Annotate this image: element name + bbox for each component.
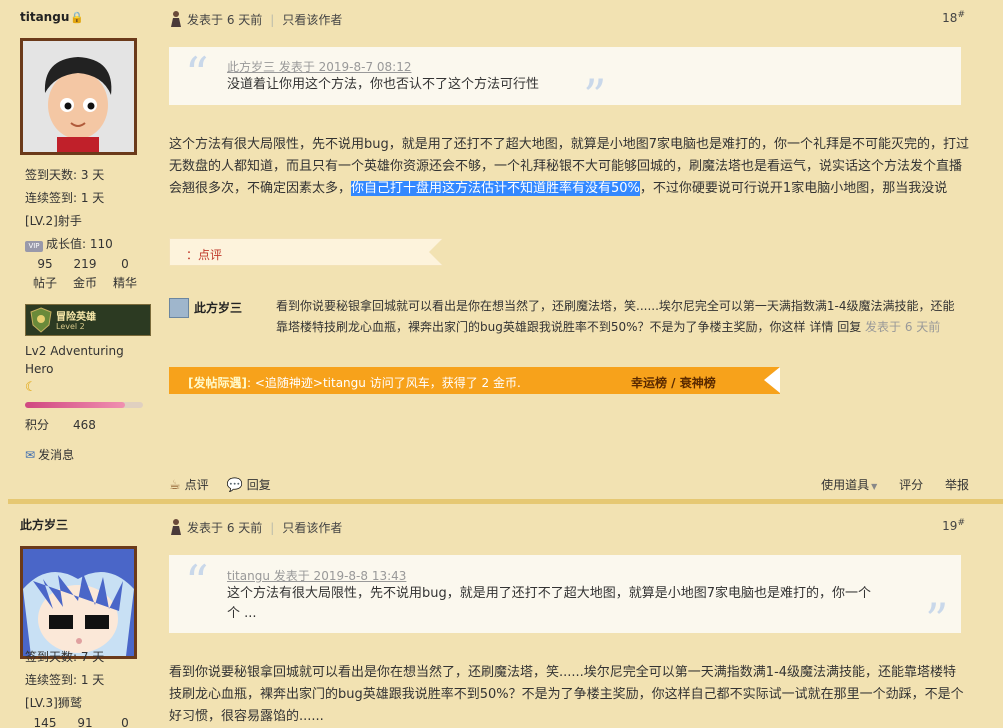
digest-count[interactable]: 0 [105, 716, 145, 728]
use-tool-button[interactable]: 使用道具 ▼ [803, 478, 877, 492]
avatar[interactable] [20, 546, 137, 659]
avatar[interactable] [20, 38, 137, 155]
coins-count[interactable]: 219 [65, 257, 105, 271]
post-19: 此方岁三 签到天数: 7 天 连续签到: 1 天 [LV.3]狮鹫 145 91 0… [8, 506, 1003, 728]
quote-block: “ titangu 发表于 2019-8-8 13:43 这个方法有很大局限性，… [169, 555, 961, 643]
reply-bubble-icon: 💬 [226, 478, 243, 493]
avatar-anime-icon [23, 549, 134, 656]
user-level[interactable]: [LV.3]狮鹫 [25, 694, 82, 711]
post-actions: ☕ 点评 💬 回复 使用道具 ▼ 评分 举报 [169, 476, 969, 493]
avatar-boy-icon [23, 41, 134, 152]
post-content: 发表于 6 天前 | 只看该作者 19# “ titangu 发表于 2019-8-… [169, 506, 1003, 728]
comment-reply-link[interactable]: 回复 [837, 320, 861, 334]
comment-button[interactable]: ☕ 点评 [169, 476, 209, 493]
count-values: 95 219 0 [25, 257, 155, 271]
quote-header-link[interactable]: titangu 发表于 2019-8-8 13:43 [227, 567, 406, 584]
report-button[interactable]: 举报 [945, 478, 969, 492]
sign-streak: 连续签到: 1 天 [25, 673, 105, 687]
medal-badge[interactable]: 冒险英雄 Level 2 [25, 304, 151, 336]
rate-notch [429, 238, 443, 266]
level-progress-bar [25, 402, 143, 408]
rate-label: ：点评 [186, 248, 223, 262]
post-18: titangu🔒 签到天数: 3 天 连续签到: 1 天 [LV.2]射手 VI… [8, 0, 1003, 500]
posts-count[interactable]: 145 [25, 716, 65, 728]
quote-text: 这个方法有很大局限性，先不说用bug，就是用了还打不了超大地图，就算是小地图7家… [227, 586, 872, 621]
post-meta: 发表于 6 天前 | 只看该作者 [169, 518, 969, 536]
comment-author[interactable]: 此方岁三 [194, 299, 242, 316]
comment-cup-icon: ☕ [169, 478, 181, 493]
quote-header-link[interactable]: 此方岁三 发表于 2019-8-7 08:12 [227, 58, 412, 75]
growth-value: VIP 成长值: 110 [25, 235, 113, 252]
author-name[interactable]: titangu🔒 [20, 10, 84, 24]
quote-block: “ 此方岁三 发表于 2019-8-7 08:12 没道着让你用这个方法，你也否… [169, 47, 961, 119]
author-sidebar: titangu🔒 签到天数: 3 天 连续签到: 1 天 [LV.2]射手 VI… [8, 0, 160, 500]
points: 积分 468 [25, 418, 96, 432]
quote-open-icon: “ [185, 555, 209, 609]
floor-number[interactable]: 18# [942, 10, 965, 25]
banner-notch [764, 367, 780, 393]
post-meta: 发表于 6 天前 | 只看该作者 [169, 10, 969, 28]
rate-bar[interactable]: ：点评 [169, 238, 443, 266]
floor-number[interactable]: 19# [942, 518, 965, 533]
selected-text: 你自己打十盘用这方法估计不知道胜率有没有50% [351, 181, 640, 196]
chevron-down-icon: ▼ [871, 482, 878, 491]
medal-shield-icon [30, 307, 52, 333]
mail-icon: ✉ [25, 448, 36, 462]
only-author-link[interactable]: 只看该作者 [282, 13, 342, 27]
post-event-banner: [发帖际遇]: <追随神迹>titangu 访问了风车，获得了 2 金币. 幸运… [169, 367, 780, 394]
user-level[interactable]: [LV.2]射手 [25, 212, 82, 229]
quote-open-icon: “ [185, 47, 209, 101]
lock-icon: 🔒 [70, 11, 85, 24]
event-text: : <追随神迹>titangu 访问了风车，获得了 2 金币. [246, 376, 521, 390]
count-values: 145 91 0 [25, 716, 155, 728]
online-status-icon [169, 518, 183, 536]
comment-avatar[interactable] [169, 298, 189, 318]
posts-count[interactable]: 95 [25, 257, 65, 271]
event-tag[interactable]: [发帖际遇] [188, 376, 247, 390]
vip-icon: VIP [25, 241, 43, 252]
posts-label[interactable]: 帖子 [25, 274, 65, 291]
user-title: Lv2 Adventuring Hero [25, 344, 124, 376]
count-labels: 帖子 金币 精华 [25, 274, 155, 291]
quote-text: 没道着让你用这个方法，你也否认不了这个方法可行性 [227, 77, 540, 92]
coins-count[interactable]: 91 [65, 716, 105, 728]
comment-time: 发表于 6 天前 [865, 320, 941, 334]
moon-icon: ☾ [25, 380, 37, 395]
online-status-icon [169, 10, 183, 28]
reply-button[interactable]: 💬 回复 [227, 476, 271, 493]
sign-streak: 连续签到: 1 天 [25, 191, 105, 205]
quote-close-icon: ” [583, 69, 607, 123]
luck-ranking-link[interactable]: 幸运榜 / 衰神榜 [631, 374, 716, 391]
sign-days: 签到天数: 3 天 [25, 168, 105, 182]
quote-close-icon: ” [925, 593, 949, 647]
comment-detail-link[interactable]: 详情 [809, 320, 833, 334]
digest-count[interactable]: 0 [105, 257, 145, 271]
post-body: 这个方法有很大局限性，先不说用bug，就是用了还打不了超大地图，就算是小地图7家… [169, 137, 970, 196]
digest-label[interactable]: 精华 [105, 274, 145, 291]
author-name[interactable]: 此方岁三 [20, 516, 68, 533]
post-content: 发表于 6 天前 | 只看该作者 18# “ 此方岁三 发表于 2019-8-7 0… [169, 0, 1003, 500]
post-body: 看到你说要秘银拿回城就可以看出是你在想当然了，还刷魔法塔，笑......埃尔尼完… [169, 665, 964, 724]
rate-button[interactable]: 评分 [899, 478, 923, 492]
only-author-link[interactable]: 只看该作者 [282, 521, 342, 535]
author-sidebar: 此方岁三 签到天数: 7 天 连续签到: 1 天 [LV.3]狮鹫 145 91 0 [8, 506, 160, 728]
level-progress-fill [25, 402, 126, 408]
sign-days: 签到天数: 7 天 [25, 650, 105, 664]
post-actions-right: 使用道具 ▼ 评分 举报 [785, 476, 969, 493]
send-message-link[interactable]: ✉ 发消息 [25, 446, 74, 463]
coins-label[interactable]: 金币 [65, 274, 105, 291]
comment-text: 看到你说要秘银拿回城就可以看出是你在想当然了，还刷魔法塔，笑......埃尔尼完… [276, 299, 955, 334]
